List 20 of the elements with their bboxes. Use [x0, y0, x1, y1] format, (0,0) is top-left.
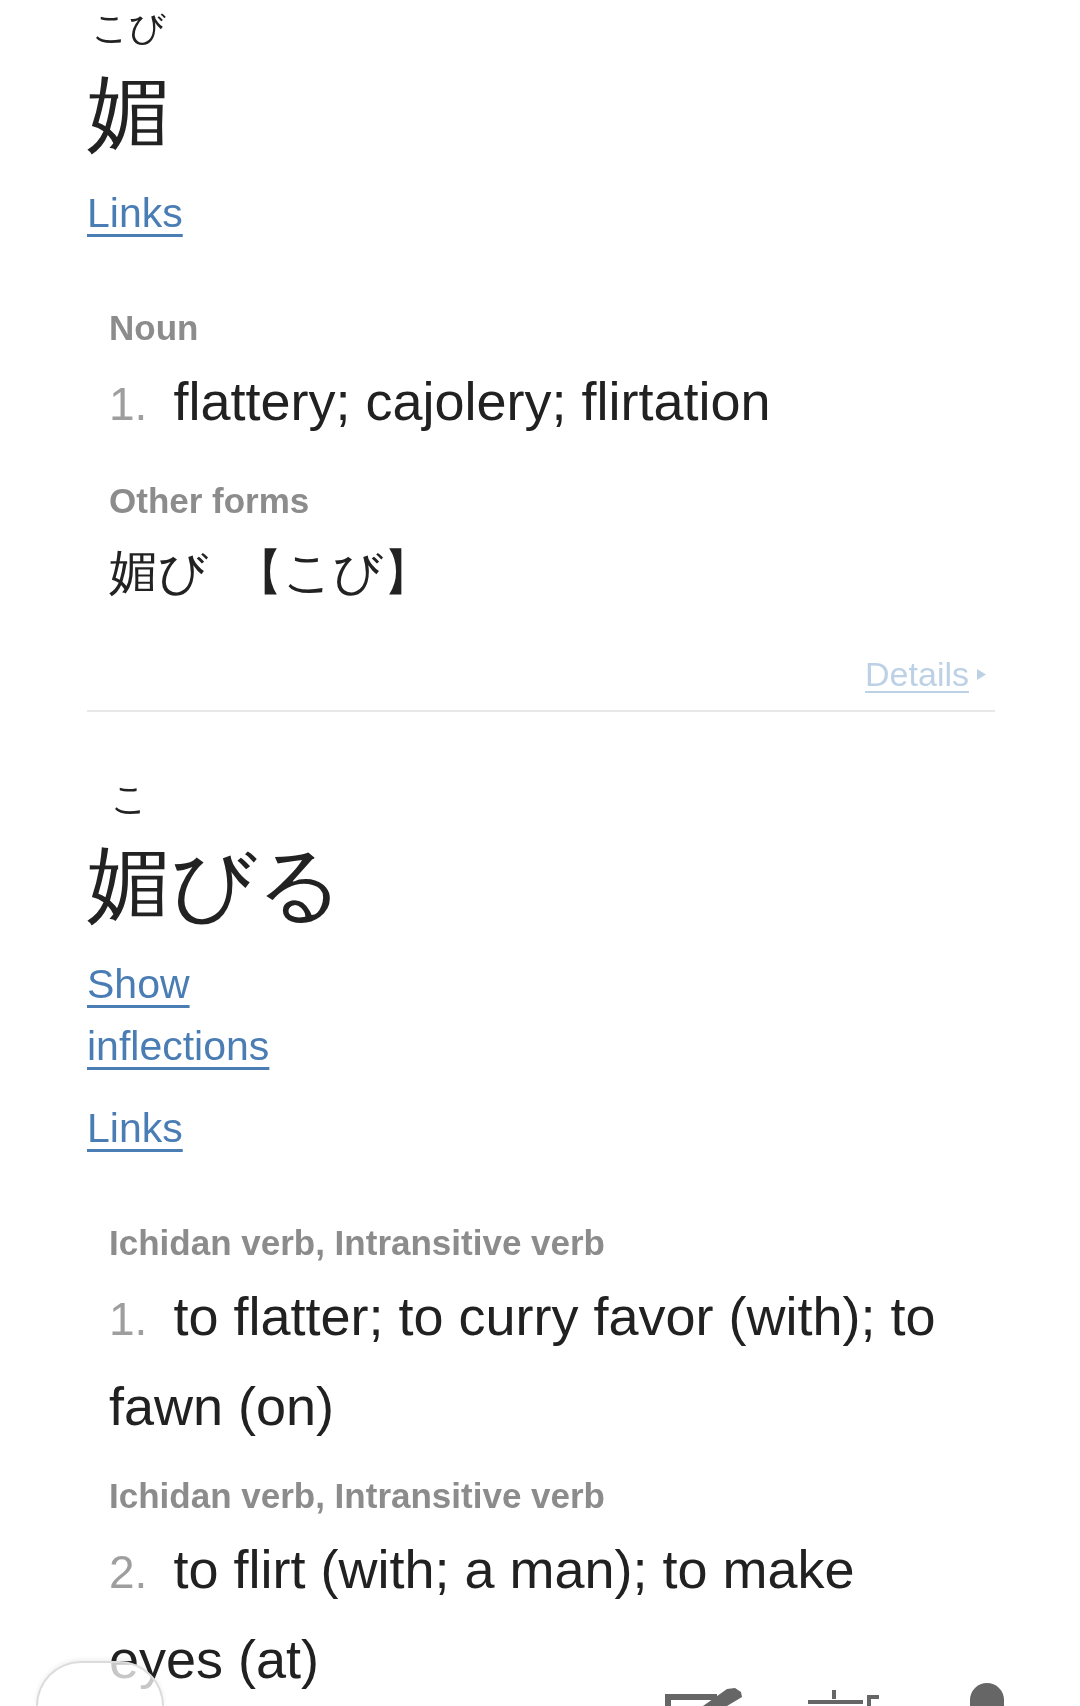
text-link[interactable]: Links [87, 1097, 183, 1159]
text-link[interactable]: Show inflections [87, 953, 287, 1077]
headword: 媚びる [87, 836, 343, 933]
microphone-icon[interactable] [970, 1683, 1004, 1706]
kanji-key-icon[interactable] [808, 1690, 879, 1706]
furigana-reading: こび [92, 8, 166, 48]
caret-icon [977, 668, 986, 680]
definition-text: 2. to flirt (with; a man); to make eyes (at) [109, 1538, 856, 1689]
definition-text: 1. to flatter; to curry favor (with); to fawn (on) [109, 1285, 937, 1436]
alternate-form-reading: 【こび】 [234, 544, 432, 601]
edit-icon[interactable] [665, 1688, 743, 1706]
alternate-form: 媚び [109, 544, 208, 601]
headword: 媚 [87, 65, 171, 162]
definition-text: 1. flattery; cajolery; flirtation [109, 370, 771, 431]
part-of-speech-label: Noun [109, 308, 199, 348]
part-of-speech-label: Ichidan verb, Intransitive verb [109, 1476, 605, 1516]
text-link[interactable]: Links [87, 182, 183, 244]
part-of-speech-label: Ichidan verb, Intransitive verb [109, 1223, 605, 1263]
section-heading: Other forms [109, 481, 310, 521]
furigana-reading: こ [110, 779, 148, 819]
